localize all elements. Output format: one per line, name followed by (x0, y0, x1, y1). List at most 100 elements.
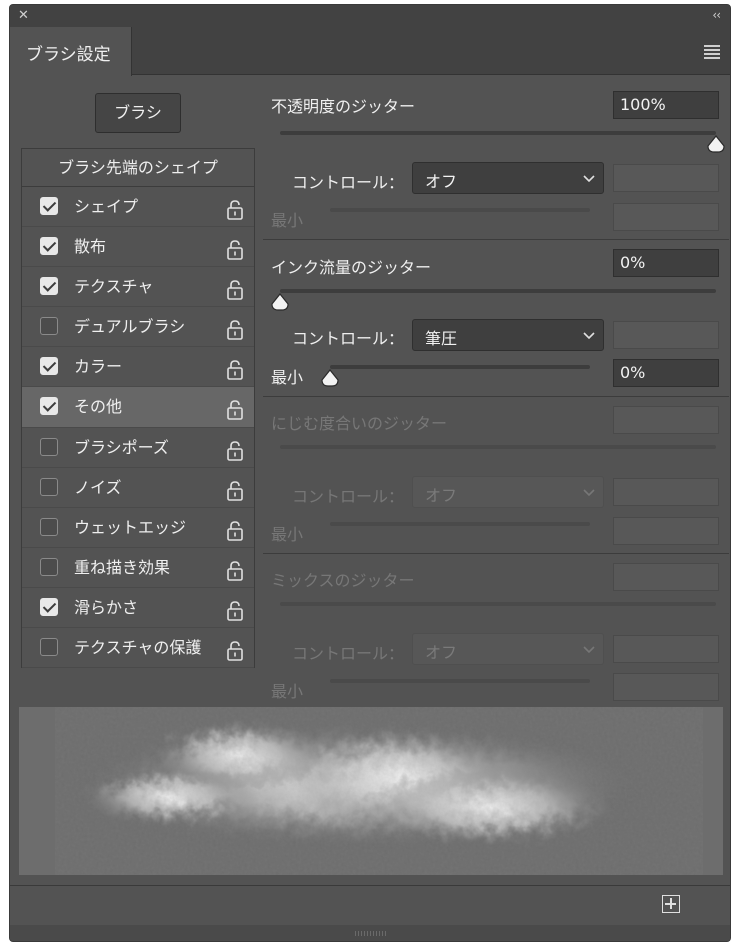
checkbox[interactable] (40, 437, 58, 456)
checkbox[interactable] (40, 197, 58, 215)
opacity-jitter-value[interactable]: 100% (613, 91, 719, 119)
list-item[interactable]: テクスチャの保護 (22, 628, 254, 669)
flow-control-select[interactable]: 筆圧 (412, 319, 604, 351)
chevron-down-icon (583, 175, 595, 183)
lock-icon[interactable] (226, 316, 244, 341)
flow-control-label: コントロール： (292, 329, 405, 348)
checkbox[interactable] (40, 317, 58, 336)
brush-tip-shape-item[interactable]: ブラシ先端のシェイプ (22, 149, 254, 187)
list-item[interactable]: デュアルブラシ (22, 307, 254, 348)
list-item[interactable]: ブラシポーズ (22, 428, 254, 468)
flow-min-value[interactable]: 0% (613, 359, 719, 387)
checkbox[interactable] (40, 357, 58, 376)
close-icon[interactable]: ✕ (18, 8, 29, 23)
flow-min-slider[interactable] (330, 365, 590, 369)
flow-control-value: 筆圧 (425, 329, 458, 348)
lock-icon[interactable] (226, 597, 244, 621)
flow-min-slider-thumb[interactable] (320, 369, 340, 387)
brush-stroke-preview-image (79, 717, 649, 867)
checkbox[interactable] (40, 477, 58, 496)
panel-titlebar: ✕ ‹‹ (10, 5, 730, 27)
new-brush-preset-icon[interactable] (662, 895, 680, 913)
tab-bar: ブラシ設定 (10, 27, 730, 76)
mix-control-label: コントロール： (292, 644, 405, 663)
chevron-down-icon (583, 646, 595, 654)
wetness-control-select: オフ (412, 476, 604, 508)
mix-control-value: オフ (425, 643, 458, 662)
opacity-control-label: コントロール： (292, 173, 405, 192)
mix-control-extra-box (613, 635, 719, 663)
list-item-label: デュアルブラシ (74, 317, 186, 337)
checkbox[interactable] (40, 638, 58, 657)
opacity-control-select[interactable]: オフ (412, 162, 604, 194)
separator (263, 239, 729, 240)
opacity-control-value: オフ (425, 172, 458, 191)
wetness-control-label: コントロール： (292, 487, 405, 506)
lock-icon[interactable] (226, 437, 244, 461)
tab-label: ブラシ設定 (26, 45, 111, 65)
list-item[interactable]: ウェットエッジ (22, 508, 254, 548)
opacity-control-extra-box (613, 164, 719, 192)
list-item[interactable]: ノイズ (22, 468, 254, 508)
checkbox[interactable] (40, 397, 58, 416)
lock-icon[interactable] (226, 356, 244, 381)
flow-jitter-slider-thumb[interactable] (270, 293, 290, 311)
opacity-jitter-slider[interactable] (280, 131, 716, 135)
list-item-label: ブラシポーズ (74, 437, 169, 457)
mix-control-select: オフ (412, 633, 604, 665)
list-item-label: カラー (74, 357, 123, 377)
brush-presets-button[interactable]: ブラシ (95, 93, 181, 133)
wetness-min-value-box (613, 517, 719, 545)
checkbox[interactable] (40, 597, 58, 616)
lock-icon[interactable] (226, 396, 244, 421)
lock-icon[interactable] (226, 236, 244, 260)
opacity-jitter-slider-thumb[interactable] (706, 135, 726, 153)
list-item[interactable]: シェイプ (22, 187, 254, 228)
brush-stroke-preview (19, 707, 723, 875)
lock-icon[interactable] (226, 276, 244, 300)
panel-resize-strip (10, 925, 730, 941)
wetness-jitter-slider (280, 445, 716, 449)
lock-icon[interactable] (226, 557, 244, 581)
lock-icon[interactable] (226, 477, 244, 501)
wetness-min-slider (330, 522, 590, 526)
checkbox[interactable] (40, 237, 58, 256)
flow-jitter-slider[interactable] (280, 289, 716, 293)
wetness-control-value: オフ (425, 486, 458, 505)
list-item-label: ノイズ (74, 477, 122, 497)
opacity-jitter-label: 不透明度のジッター (271, 97, 416, 116)
resize-grip-icon[interactable] (355, 931, 387, 936)
list-item[interactable]: テクスチャ (22, 267, 254, 308)
list-item[interactable]: カラー (22, 347, 254, 388)
opacity-min-slider (330, 208, 590, 212)
checkbox[interactable] (40, 517, 58, 536)
checkbox[interactable] (40, 557, 58, 576)
list-item[interactable]: その他 (22, 387, 254, 428)
mix-jitter-label: ミックスのジッター (271, 571, 415, 590)
wetness-control-extra-box (613, 478, 719, 506)
collapse-icon[interactable]: ‹‹ (712, 8, 721, 22)
checkbox[interactable] (40, 277, 58, 296)
flow-jitter-label: インク流量のジッター (271, 258, 432, 277)
list-item[interactable]: 滑らかさ (22, 588, 254, 629)
separator (263, 553, 729, 554)
chevron-down-icon (583, 332, 595, 340)
mix-min-label: 最小 (271, 682, 304, 701)
flow-min-label: 最小 (271, 368, 304, 387)
list-item[interactable]: 重ね描き効果 (22, 548, 254, 588)
brush-settings-panel: ✕ ‹‹ ブラシ設定 ブラシ ブラシ先端のシェイプ シェイプ散布テクスチャデュア… (9, 4, 731, 942)
list-item-label: テクスチャの保護 (74, 638, 202, 658)
panel-menu-icon[interactable] (704, 45, 720, 61)
list-item-label: 散布 (74, 237, 107, 257)
separator (263, 396, 729, 397)
lock-icon[interactable] (226, 196, 244, 220)
tab-brush-settings[interactable]: ブラシ設定 (10, 27, 132, 76)
lock-icon[interactable] (226, 517, 244, 541)
wetness-jitter-value-box (613, 406, 719, 434)
mix-min-slider (330, 679, 590, 683)
list-item[interactable]: 散布 (22, 227, 254, 268)
mix-jitter-value-box (613, 563, 719, 591)
opacity-min-value-box (613, 203, 719, 231)
flow-jitter-value[interactable]: 0% (613, 249, 719, 277)
lock-icon[interactable] (226, 637, 244, 661)
